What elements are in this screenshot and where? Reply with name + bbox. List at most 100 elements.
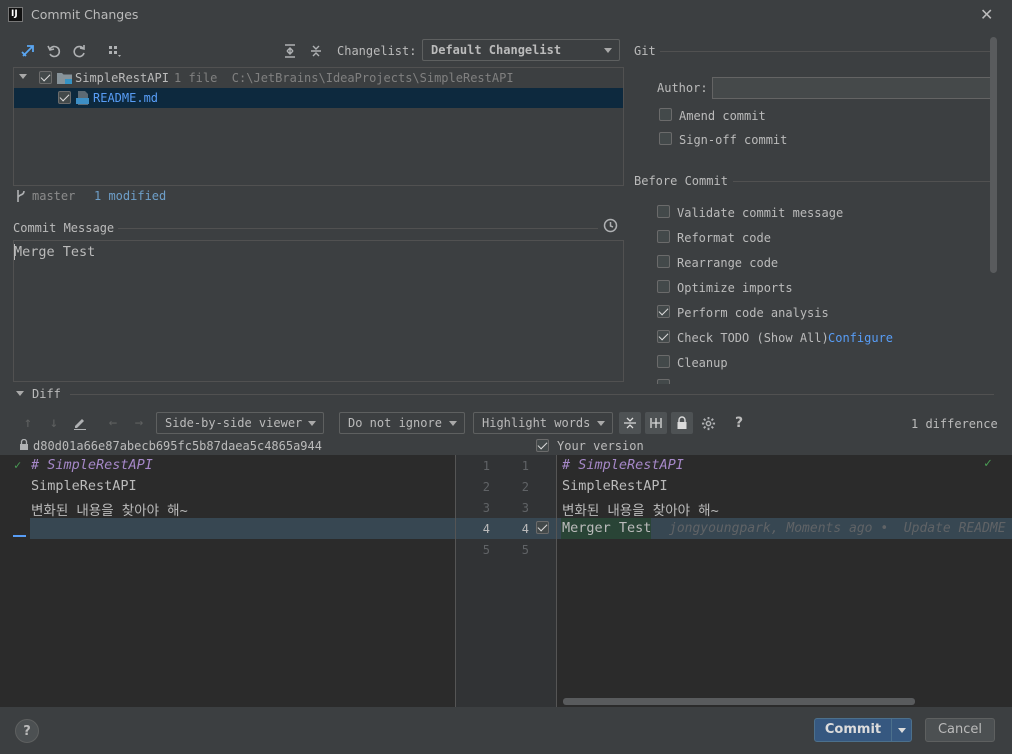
before-commit-separator	[733, 181, 990, 182]
arrow-left-icon[interactable]: ←	[103, 413, 123, 433]
chevron-down-icon	[604, 48, 612, 53]
intellij-logo-icon: IJ	[8, 7, 23, 22]
left-line-number: 5	[482, 543, 490, 557]
root-checkbox[interactable]	[39, 71, 52, 84]
window-title: Commit Changes	[31, 7, 139, 22]
check-todo-label[interactable]: Check TODO (Show All)	[677, 331, 829, 345]
right-line-1: # SimpleRestAPI	[562, 457, 684, 473]
horizontal-scrollbar[interactable]	[563, 698, 915, 705]
diff-left-editor[interactable]: ✓ # SimpleRestAPI SimpleRestAPI 변화된 내용을 …	[0, 455, 455, 707]
tree-row-root[interactable]: SimpleRestAPI 1 file C:\JetBrains\IdeaPr…	[14, 68, 623, 88]
root-meta: 1 file C:\JetBrains\IdeaProjects\SimpleR…	[174, 71, 514, 85]
signoff-commit-checkbox[interactable]	[659, 132, 672, 145]
check-mark-icon: ✓	[14, 458, 22, 472]
diff-help-icon[interactable]: ?	[735, 415, 743, 431]
right-line-number: 3	[521, 501, 529, 515]
cancel-button[interactable]: Cancel	[925, 718, 995, 742]
signoff-commit-label[interactable]: Sign-off commit	[679, 133, 787, 147]
refresh-icon[interactable]	[69, 41, 89, 61]
diff-section-title[interactable]: Diff	[32, 387, 61, 401]
changes-tree[interactable]: SimpleRestAPI 1 file C:\JetBrains\IdeaPr…	[13, 67, 624, 186]
diff-right-editor[interactable]: # SimpleRestAPI SimpleRestAPI 변화된 내용을 찾아…	[557, 455, 1012, 707]
configure-link[interactable]: Configure	[828, 331, 893, 345]
gear-icon[interactable]	[698, 413, 718, 433]
expand-all-icon[interactable]	[280, 41, 300, 61]
left-line-3: 변화된 내용을 찾아야 해~	[31, 503, 188, 519]
left-revision-hash: d80d01a66e87abecb695fc5b87daea5c4865a944	[33, 439, 322, 453]
branch-name[interactable]: master	[32, 189, 75, 203]
left-line-1: # SimpleRestAPI	[31, 457, 153, 473]
highlight-mode-dropdown[interactable]: Highlight words	[473, 412, 613, 434]
left-line-number: 2	[482, 480, 490, 494]
viewer-mode-dropdown[interactable]: Side-by-side viewer	[156, 412, 324, 434]
optimize-imports-checkbox[interactable]	[657, 280, 670, 293]
tree-row-file[interactable]: README.md	[14, 88, 623, 108]
left-line-number: 4	[482, 522, 490, 536]
commit-options-button[interactable]	[891, 718, 912, 742]
chevron-down-icon[interactable]	[16, 391, 24, 396]
arrow-right-icon[interactable]: →	[129, 413, 149, 433]
reformat-code-label[interactable]: Reformat code	[677, 231, 771, 245]
right-revision-label: Your version	[557, 439, 644, 453]
commit-message-editor[interactable]: Merge Test	[13, 240, 624, 382]
collapse-all-icon[interactable]	[306, 41, 326, 61]
root-name: SimpleRestAPI	[75, 71, 169, 85]
commit-button[interactable]: Commit	[814, 718, 892, 742]
lock-icon[interactable]	[671, 412, 693, 434]
amend-commit-checkbox[interactable]	[659, 108, 672, 121]
sync-scroll-icon[interactable]	[645, 412, 667, 434]
optimize-imports-label[interactable]: Optimize imports	[677, 281, 793, 295]
hidden-option-checkbox[interactable]	[657, 379, 670, 384]
chevron-down-icon	[898, 728, 906, 733]
commit-button-label: Commit	[824, 722, 882, 737]
check-mark-icon: ✓	[984, 456, 992, 471]
cancel-button-label: Cancel	[937, 722, 983, 737]
rearrange-code-label[interactable]: Rearrange code	[677, 256, 778, 270]
rearrange-code-checkbox[interactable]	[657, 255, 670, 268]
validate-message-label[interactable]: Validate commit message	[677, 206, 843, 220]
history-icon[interactable]	[603, 218, 618, 233]
ignore-mode-value: Do not ignore	[348, 416, 442, 430]
viewer-mode-value: Side-by-side viewer	[165, 416, 303, 430]
commit-message-text[interactable]: Merge Test	[14, 244, 95, 260]
left-line-number: 1	[482, 459, 490, 473]
branch-icon	[15, 189, 27, 203]
amend-commit-label[interactable]: Amend commit	[679, 109, 766, 123]
refresh-diff-icon[interactable]	[18, 41, 38, 61]
author-field[interactable]	[712, 77, 993, 99]
title-bar: IJ Commit Changes ✕	[0, 0, 1012, 30]
diff-separator	[70, 394, 994, 395]
include-change-checkbox[interactable]	[536, 521, 549, 534]
ignore-mode-dropdown[interactable]: Do not ignore	[339, 412, 465, 434]
diff-gutter: 1 2 3 4 5 1 2 3 4 5	[455, 455, 557, 707]
modified-count[interactable]: 1 modified	[94, 189, 166, 203]
right-line-2: SimpleRestAPI	[562, 478, 668, 494]
arrow-down-icon[interactable]: ↓	[44, 413, 64, 433]
changelist-dropdown[interactable]: Default Changelist	[422, 39, 620, 61]
right-line-3: 변화된 내용을 찾아야 해~	[562, 503, 719, 519]
reformat-code-checkbox[interactable]	[657, 230, 670, 243]
cleanup-label[interactable]: Cleanup	[677, 356, 728, 370]
cleanup-checkbox[interactable]	[657, 355, 670, 368]
rollback-icon[interactable]	[44, 41, 64, 61]
left-line-2: SimpleRestAPI	[31, 478, 137, 494]
group-by-icon[interactable]	[104, 41, 124, 61]
right-panel-scrollbar[interactable]	[990, 37, 997, 273]
commit-message-label: Commit Message	[13, 221, 115, 235]
arrow-up-icon[interactable]: ↑	[18, 413, 38, 433]
help-icon: ?	[23, 724, 31, 739]
check-todo-checkbox[interactable]	[657, 330, 670, 343]
code-analysis-label[interactable]: Perform code analysis	[677, 306, 829, 320]
file-checkbox[interactable]	[58, 91, 71, 104]
validate-message-checkbox[interactable]	[657, 205, 670, 218]
help-button[interactable]: ?	[15, 719, 39, 743]
right-line-number: 5	[521, 543, 529, 557]
collapse-unchanged-icon[interactable]	[619, 412, 641, 434]
code-analysis-checkbox[interactable]	[657, 305, 670, 318]
your-version-checkbox[interactable]	[536, 439, 549, 452]
edit-icon[interactable]	[70, 413, 90, 433]
close-icon[interactable]: ✕	[980, 5, 993, 24]
right-line-number: 2	[521, 480, 529, 494]
chevron-down-icon[interactable]	[19, 74, 27, 79]
chevron-down-icon	[308, 421, 316, 426]
